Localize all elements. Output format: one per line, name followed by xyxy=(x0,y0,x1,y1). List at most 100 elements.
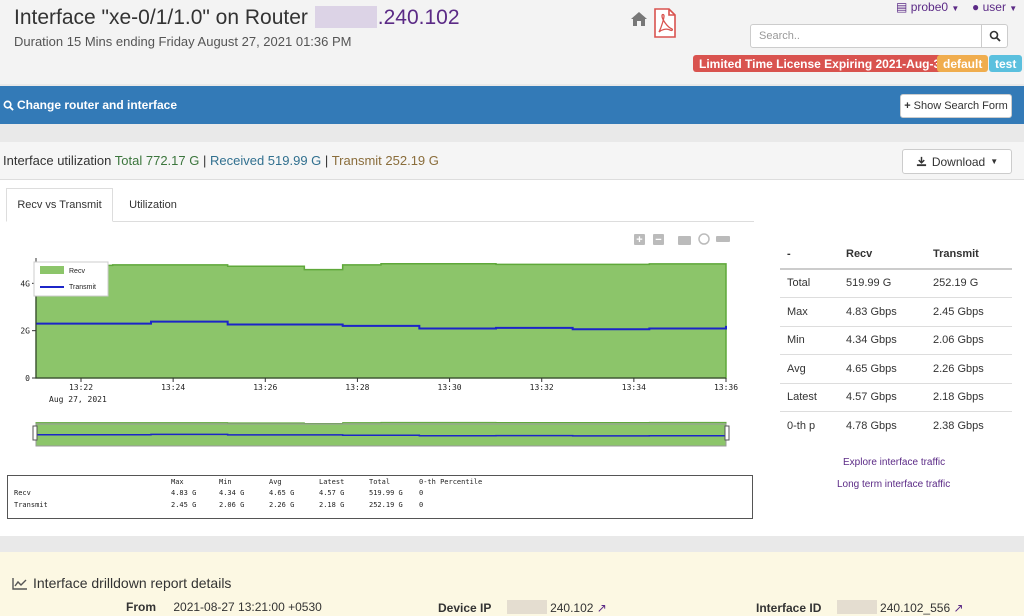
stats-cell: 4.57 G xyxy=(319,489,345,497)
page-subtitle: Duration 15 Mins ending Friday August 27… xyxy=(14,34,352,49)
long-term-traffic-link[interactable]: Long term interface traffic xyxy=(837,479,950,490)
stats-cell: 0 xyxy=(419,489,424,497)
utilization-summary: Interface utilization Total 772.17 G | R… xyxy=(3,153,439,168)
util-received: Received 519.99 G xyxy=(210,153,322,168)
summary-cell: 2.26 Gbps xyxy=(933,362,984,375)
probe-menu-label: probe0 xyxy=(910,0,949,14)
summary-cell: 4.78 Gbps xyxy=(846,420,897,432)
stats-row-label: Transmit xyxy=(14,501,48,509)
change-router-label: Change router and interface xyxy=(17,98,178,112)
pdf-icon[interactable] xyxy=(653,8,677,38)
eraser-icon[interactable] xyxy=(716,236,730,242)
title-suffix: .240.102 xyxy=(377,6,460,29)
comment-icon[interactable] xyxy=(698,233,710,245)
summary-row-label: Latest xyxy=(787,391,817,404)
line-chart-icon xyxy=(12,577,27,590)
util-transmit: Transmit 252.19 G xyxy=(331,153,439,168)
search-icon xyxy=(989,30,1001,42)
summary-row-label: Total xyxy=(787,277,811,289)
legend-transmit-label: Transmit xyxy=(69,284,96,291)
server-icon: ▤ xyxy=(896,0,908,14)
summary-cell: 4.83 Gbps xyxy=(846,305,897,318)
show-search-form-button[interactable]: + Show Search Form xyxy=(900,94,1012,118)
summary-header: Transmit xyxy=(933,248,979,260)
stats-header: Min xyxy=(219,478,232,486)
y-tick-label: 4G xyxy=(20,279,30,288)
home-icon[interactable] xyxy=(630,10,648,28)
summary-cell: 4.57 Gbps xyxy=(846,391,897,404)
interface-id-field: Interface ID 240.102_556 ↗ xyxy=(756,600,964,615)
stats-cell: 2.06 G xyxy=(219,501,245,509)
stats-cell: 519.99 G xyxy=(369,489,403,497)
tab-recv-vs-transmit[interactable]: Recv vs Transmit xyxy=(6,188,113,222)
user-menu[interactable]: ● user ▼ xyxy=(972,0,1017,14)
legend-recv-swatch xyxy=(40,266,64,274)
summary-cell: 4.65 Gbps xyxy=(846,362,897,375)
summary-cell: 519.99 G xyxy=(846,277,892,289)
recv-area[interactable] xyxy=(35,262,727,379)
title-prefix: Interface "xe-0/1/1.0" on Router xyxy=(14,6,308,29)
caret-down-icon: ▼ xyxy=(951,4,960,13)
summary-cell: 2.06 Gbps xyxy=(933,334,984,347)
show-search-label: Show Search Form xyxy=(913,100,1008,112)
redacted-router-name xyxy=(314,6,377,28)
device-ip-label: Device IP xyxy=(438,601,492,615)
separator: | xyxy=(202,153,207,168)
download-button[interactable]: Download ▼ xyxy=(902,149,1012,174)
redacted-interface xyxy=(836,600,877,614)
summary-cell: 2.18 Gbps xyxy=(933,391,984,404)
probe-menu[interactable]: ▤ probe0 ▼ xyxy=(896,0,959,14)
default-badge[interactable]: default xyxy=(937,55,989,72)
from-label: From xyxy=(126,600,156,614)
x-date-label: Aug 27, 2021 xyxy=(49,395,107,404)
stats-header: Avg xyxy=(269,478,282,486)
summary-cell: 2.38 Gbps xyxy=(933,420,984,432)
stats-header: Max xyxy=(171,478,184,486)
table-divider xyxy=(780,354,1012,356)
overview-handle-left[interactable] xyxy=(32,425,38,441)
external-link-icon[interactable]: ↗ xyxy=(597,601,607,615)
summary-header: Recv xyxy=(846,248,873,260)
explore-traffic-link[interactable]: Explore interface traffic xyxy=(843,457,945,468)
summary-row-label: 0-th p xyxy=(787,420,816,432)
interface-id-label: Interface ID xyxy=(756,601,822,615)
stats-cell: 4.65 G xyxy=(269,489,295,497)
summary-row-label: Min xyxy=(787,334,805,347)
search-icon xyxy=(3,100,14,111)
interface-id-value[interactable]: 240.102_556 xyxy=(880,601,950,615)
test-badge[interactable]: test xyxy=(989,55,1023,72)
stats-header: Total xyxy=(369,478,391,486)
util-label: Interface utilization xyxy=(3,153,112,168)
stats-header: Latest xyxy=(319,478,345,486)
x-tick-label: 13:30 xyxy=(438,383,462,392)
x-tick-label: 13:24 xyxy=(161,383,185,392)
table-divider xyxy=(780,297,1012,298)
stats-cell: 252.19 G xyxy=(369,501,403,509)
overview-handle-right[interactable] xyxy=(724,425,730,441)
stats-cell: 4.34 G xyxy=(219,489,245,497)
license-badge[interactable]: Limited Time License Expiring 2021-Aug-3… xyxy=(693,55,953,72)
x-tick-label: 13:22 xyxy=(69,383,93,392)
x-tick-label: 13:26 xyxy=(253,383,277,392)
drilldown-title: Interface drilldown report details xyxy=(12,575,231,591)
search-input[interactable] xyxy=(751,25,983,47)
tab-utilization[interactable]: Utilization xyxy=(113,188,193,222)
external-link-icon[interactable]: ↗ xyxy=(953,601,963,615)
zoom-in-icon-glyph: + xyxy=(636,234,642,246)
summary-cell: 4.34 Gbps xyxy=(846,334,897,347)
separator: | xyxy=(324,153,329,168)
traffic-chart[interactable]: + − 0 2G 4G 13:22 13:24 13:26 13:28 13:30 13:32 13:… xyxy=(0,228,760,450)
search-form xyxy=(750,24,1008,48)
x-tick-label: 13:32 xyxy=(530,383,554,392)
table-divider xyxy=(780,268,1012,270)
from-field: From 2021-08-27 13:21:00 +0530 xyxy=(126,600,322,614)
camera-icon[interactable] xyxy=(678,236,691,245)
device-ip-value[interactable]: 240.102 xyxy=(550,601,593,615)
summary-row-label: Avg xyxy=(787,362,806,375)
search-button[interactable] xyxy=(981,25,1007,47)
stats-table: Max Min Avg Latest Total 0-th Percentile Recv 4… xyxy=(7,475,753,519)
summary-cell: 252.19 G xyxy=(933,277,979,289)
user-icon: ● xyxy=(972,0,980,14)
change-router-link[interactable]: Change router and interface xyxy=(3,98,177,112)
stats-row-label: Recv xyxy=(14,489,31,497)
